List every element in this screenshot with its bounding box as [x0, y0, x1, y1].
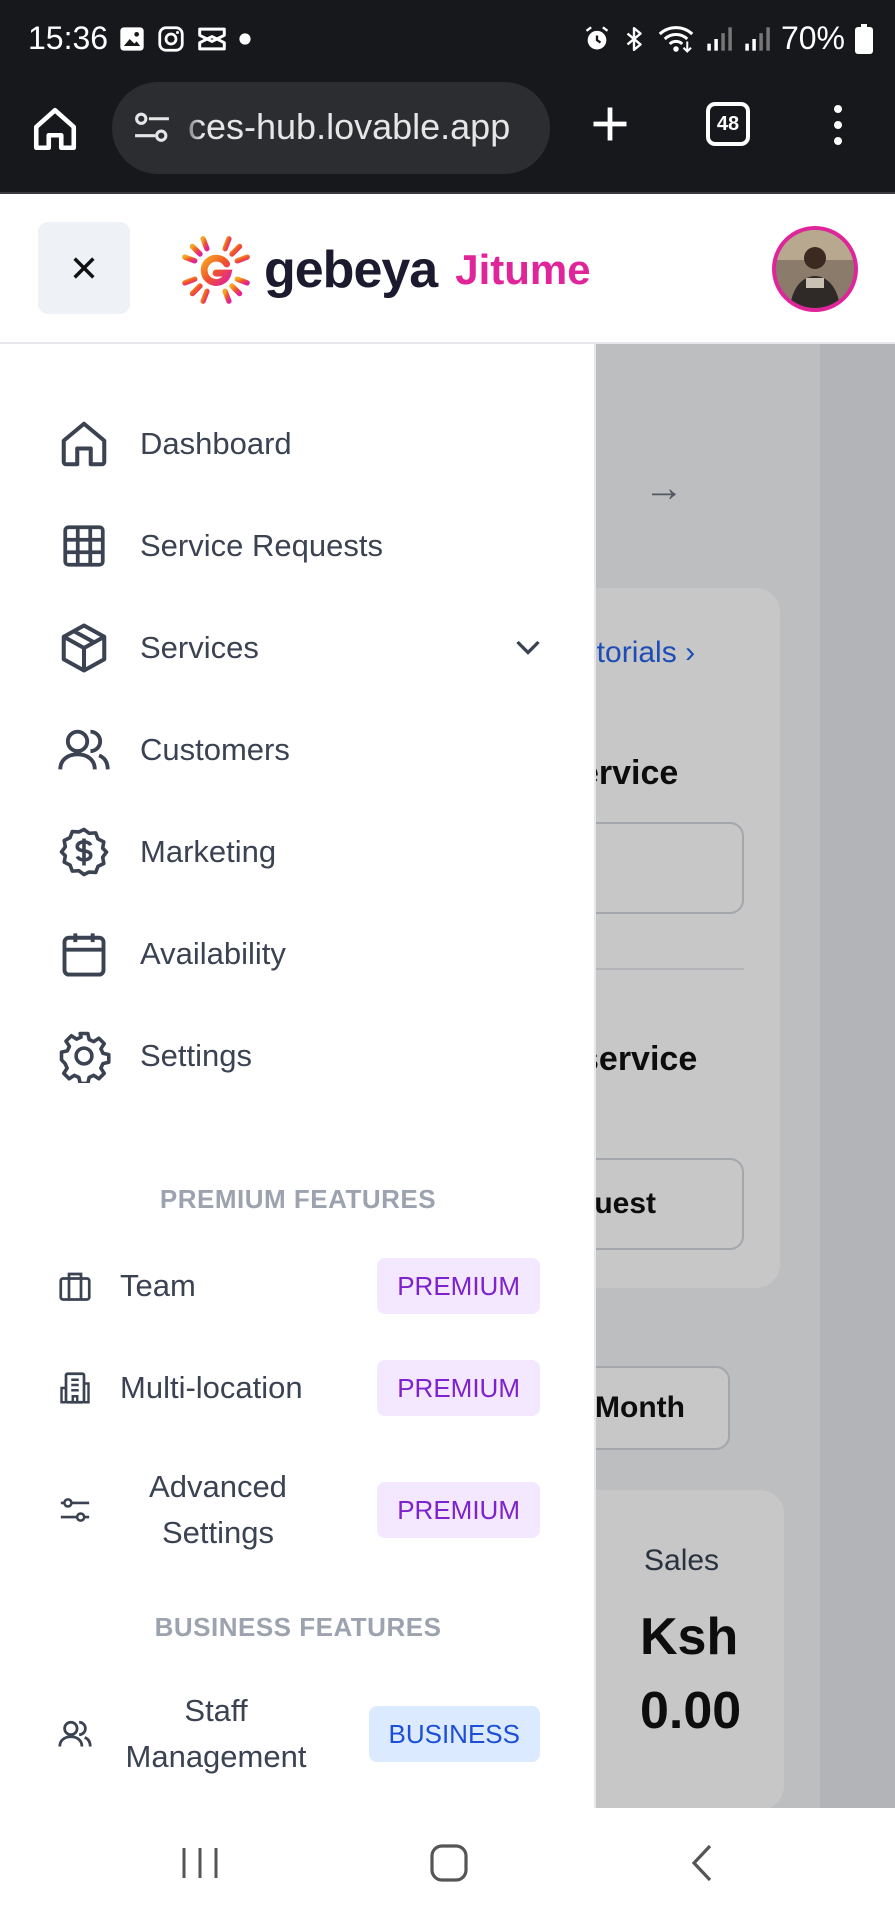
premium-badge: PREMIUM [377, 1360, 540, 1416]
signal-icon [745, 26, 770, 51]
nav-item-label: Customers [140, 732, 290, 767]
instagram-icon [158, 26, 184, 52]
nav-item-settings[interactable]: Settings [56, 1016, 546, 1096]
home-icon [61, 421, 107, 467]
close-menu-button[interactable] [38, 222, 130, 314]
sliders-icon [60, 1498, 90, 1522]
dot-icon [239, 33, 251, 45]
calendar-icon [62, 933, 106, 977]
box-icon [61, 623, 107, 673]
close-icon [73, 257, 95, 279]
bluetooth-icon [626, 26, 642, 51]
premium-badge: PREMIUM [377, 1258, 540, 1314]
building-icon [60, 1372, 90, 1404]
feature-label: Advanced Settings [149, 1469, 287, 1550]
brand-product: Jitume [455, 246, 591, 293]
users-icon [58, 1720, 92, 1747]
feature-item-team[interactable]: Team PREMIUM [56, 1254, 540, 1318]
nav-item-label: Dashboard [140, 426, 292, 461]
nav-item-service-requests[interactable]: Service Requests [56, 506, 546, 586]
url-text: ces-hub.lovable.app [188, 106, 511, 147]
site-settings-icon[interactable] [132, 110, 172, 146]
feature-label: Staff Management [125, 1693, 307, 1774]
home-icon[interactable] [30, 104, 80, 154]
dollar-badge-icon [59, 827, 109, 877]
user-avatar[interactable] [772, 226, 858, 312]
capcut-icon [198, 27, 226, 51]
system-navigation-bar [0, 1808, 895, 1920]
status-time: 15:36 [28, 20, 109, 56]
users-icon [58, 729, 110, 770]
chevron-down-icon[interactable] [510, 630, 546, 666]
notification-icons [118, 24, 252, 54]
signal-icon [707, 26, 732, 51]
status-bar: 15:36 70% [0, 0, 895, 78]
feature-item-staff-management[interactable]: Staff Management BUSINESS [56, 1678, 540, 1790]
premium-features-heading: PREMIUM FEATURES [159, 1184, 437, 1214]
business-badge: BUSINESS [368, 1706, 540, 1762]
nav-item-label: Service Requests [140, 528, 383, 563]
nav-item-customers[interactable]: Customers [56, 710, 546, 790]
wifi-icon [658, 25, 694, 53]
browser-menu-icon[interactable] [830, 102, 846, 152]
nav-item-label: Marketing [140, 834, 277, 869]
nav-item-label: Services [140, 630, 259, 665]
nav-item-services[interactable]: Services [56, 608, 546, 688]
feature-item-multi-location[interactable]: Multi-location PREMIUM [56, 1356, 540, 1420]
feature-label: Multi-location [120, 1370, 303, 1405]
battery-icon [855, 23, 873, 54]
back-icon[interactable] [684, 1838, 720, 1888]
gear-icon [59, 1031, 111, 1083]
avatar-photo [776, 230, 854, 308]
nav-item-label: Availability [140, 936, 286, 971]
new-tab-icon[interactable] [588, 102, 632, 146]
feature-item-advanced-settings[interactable]: Advanced Settings PREMIUM [56, 1454, 540, 1566]
nav-item-availability[interactable]: Availability [56, 914, 546, 994]
navigation-drawer: Dashboard Service Requests Services Cust… [0, 344, 596, 1808]
drawer-backdrop[interactable] [596, 344, 895, 1808]
address-bar[interactable]: ces-hub.lovable.app [112, 82, 550, 174]
alarm-icon [585, 25, 609, 49]
tab-switcher-button[interactable]: 48 [706, 102, 750, 146]
grid-icon [63, 525, 105, 567]
gebeya-sun-logo-icon [179, 233, 253, 307]
recent-apps-icon[interactable] [180, 1838, 220, 1888]
nav-item-label: Settings [140, 1038, 253, 1073]
nav-item-dashboard[interactable]: Dashboard [56, 404, 546, 484]
premium-badge: PREMIUM [377, 1482, 540, 1538]
briefcase-icon [59, 1272, 91, 1301]
gallery-icon [120, 27, 144, 51]
battery-level: 70% [780, 20, 845, 56]
browser-toolbar: ces-hub.lovable.app 48 [0, 78, 895, 194]
feature-label: Team [120, 1268, 196, 1303]
nav-item-marketing[interactable]: Marketing [56, 812, 546, 892]
brand-logo[interactable]: gebeya Jitume [178, 230, 591, 310]
app-header: gebeya Jitume [0, 194, 895, 344]
business-features-heading: BUSINESS FEATURES [154, 1612, 442, 1642]
brand-name: gebeya [264, 241, 438, 299]
home-nav-icon[interactable] [428, 1838, 472, 1888]
